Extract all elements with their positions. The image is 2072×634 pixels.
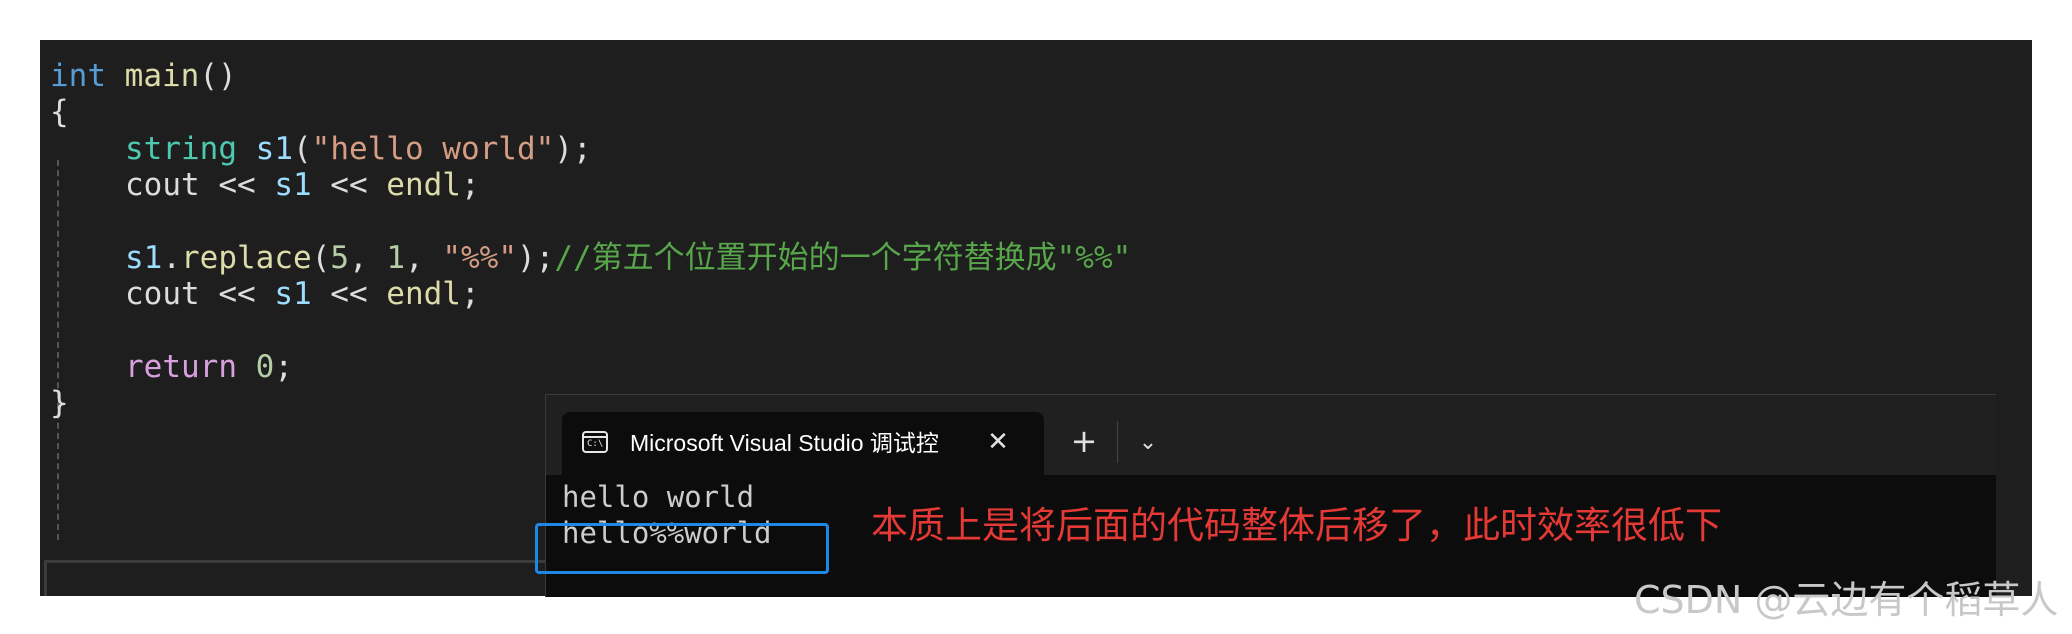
- console-icon: C:\: [582, 431, 608, 453]
- code-line-9: return 0;: [50, 343, 293, 391]
- terminal-tab[interactable]: C:\ Microsoft Visual Studio 调试控 ✕: [562, 412, 1044, 475]
- semicolon: ;: [460, 167, 480, 203]
- var-s1: s1: [274, 276, 312, 312]
- keyword-return: return: [125, 349, 237, 385]
- punct: (): [199, 58, 237, 94]
- number-0: 0: [255, 349, 275, 385]
- highlight-box: [535, 523, 829, 574]
- semicolon: ;: [274, 349, 293, 385]
- cout: cout <<: [125, 276, 275, 312]
- op: <<: [311, 167, 387, 203]
- new-tab-plus-icon[interactable]: +: [1064, 421, 1104, 461]
- op: <<: [311, 276, 387, 312]
- terminal-tab-title: Microsoft Visual Studio 调试控: [630, 430, 939, 456]
- code-comment: //第五个位置开始的一个字符替换成"%%": [554, 240, 1132, 276]
- code-line-1: int main(): [50, 52, 237, 100]
- watermark: CSDN @云边有个稻草人: [1634, 578, 2059, 622]
- annotation-text: 本质上是将后面的代码整体后移了，此时效率很低下: [871, 504, 1722, 547]
- function-main: main: [124, 58, 200, 94]
- punct: );: [554, 131, 592, 167]
- semicolon: ;: [460, 276, 480, 312]
- console-icon-text: C:\: [587, 439, 604, 449]
- endl: endl: [386, 276, 461, 312]
- chevron-down-icon[interactable]: ⌄: [1128, 423, 1168, 463]
- cout: cout <<: [125, 167, 275, 203]
- code-line-4: cout << s1 << endl;: [50, 161, 480, 209]
- code-line-10: }: [50, 379, 69, 427]
- terminal-output-line-1: hello world: [562, 480, 755, 514]
- close-icon[interactable]: ✕: [982, 426, 1014, 458]
- punct: );: [516, 240, 555, 276]
- editor-bottom-panel: [44, 560, 570, 596]
- endl: endl: [386, 167, 461, 203]
- close-brace: }: [50, 385, 69, 421]
- code-line-7: cout << s1 << endl;: [50, 270, 480, 318]
- var-s1: s1: [274, 167, 312, 203]
- tab-divider: [1117, 421, 1118, 463]
- terminal-tabbar: C:\ Microsoft Visual Studio 调试控 ✕ + ⌄: [546, 395, 1996, 475]
